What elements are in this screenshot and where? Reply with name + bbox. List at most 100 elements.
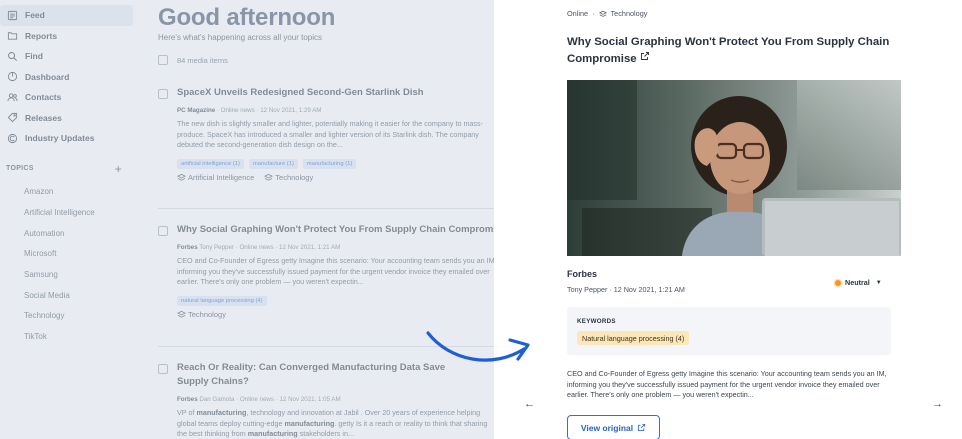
topics-heading: TOPICS — [6, 165, 34, 172]
layers-icon — [177, 310, 186, 318]
layers-icon — [177, 173, 186, 181]
add-topic-button[interactable]: + — [115, 162, 122, 176]
article-meta-text: · Online news · 12 Nov 2021, 1:29 AM — [215, 107, 322, 114]
sidebar-item-label: Contacts — [25, 92, 62, 103]
sidebar: Feed Reports Find Dashboard Contacts Rel… — [0, 0, 140, 439]
article-title[interactable]: SpaceX Unveils Redesigned Second-Gen Sta… — [177, 86, 424, 100]
sidebar-item-find[interactable]: Find — [0, 46, 140, 67]
category-label: Technology — [188, 309, 226, 319]
article-card[interactable]: SpaceX Unveils Redesigned Second-Gen Sta… — [158, 86, 494, 182]
topic-item-technology[interactable]: Technology — [0, 306, 140, 327]
breadcrumb-topic[interactable]: Technology — [611, 9, 648, 18]
select-all-checkbox[interactable] — [158, 55, 168, 65]
detail-source[interactable]: Forbes — [567, 269, 597, 279]
article-meta: Forbes Tony Pepper · Online news · 12 No… — [158, 244, 494, 251]
article-checkbox[interactable] — [158, 89, 168, 99]
article-checkbox[interactable] — [158, 364, 168, 374]
article-source: Forbes — [177, 396, 198, 403]
article-snippet: VP of manufacturing, technology and inno… — [158, 408, 494, 439]
detail-title[interactable]: Why Social Graphing Won't Protect You Fr… — [567, 35, 897, 67]
main-nav: Feed Reports Find Dashboard Contacts Rel… — [0, 0, 140, 149]
external-link-icon[interactable] — [640, 51, 650, 67]
category-label: Technology — [275, 172, 314, 182]
topic-item-automation[interactable]: Automation — [0, 223, 140, 244]
sidebar-item-label: Releases — [25, 112, 62, 123]
detail-byline: Tony Pepper · 12 Nov 2021, 1:21 AM — [567, 285, 685, 294]
caret-down-icon: ▼ — [875, 279, 882, 286]
article-categories: Artificial Intelligence Technology — [158, 173, 494, 182]
article-card[interactable]: Why Social Graphing Won't Protect You Fr… — [158, 223, 494, 319]
search-icon — [6, 50, 19, 63]
topic-item-tiktok[interactable]: TikTok — [0, 326, 140, 347]
keyword-highlight-tag[interactable]: Natural language processing (4) — [577, 331, 690, 345]
sentiment-dropdown[interactable]: Neutral ▼ — [835, 278, 882, 287]
feed: Good afternoon Here's what's happening a… — [140, 0, 494, 439]
annotation-arrow-icon — [426, 331, 530, 362]
topic-item-social-media[interactable]: Social Media — [0, 285, 140, 306]
topic-item-amazon[interactable]: Amazon — [0, 182, 140, 203]
external-link-icon — [638, 423, 646, 432]
category-chip[interactable]: Technology — [177, 310, 226, 319]
topics-header: TOPICS + — [0, 162, 140, 176]
folder-icon — [6, 29, 19, 42]
sentiment-label: Neutral — [845, 278, 870, 287]
keyword-tags: natural language processing (4) — [158, 295, 494, 306]
keyword-tag[interactable]: artificial intelligence (1) — [177, 158, 244, 169]
page-subtitle: Here's what's happening across all your … — [158, 33, 323, 42]
snippet-highlight: manufacturing — [196, 408, 247, 417]
media-count: 84 media items — [177, 55, 228, 65]
topic-item-artificial-intelligence[interactable]: Artificial Intelligence — [0, 202, 140, 223]
releases-icon — [6, 111, 19, 124]
topic-item-microsoft[interactable]: Microsoft — [0, 244, 140, 265]
snippet-text: stakeholders in... — [297, 429, 354, 439]
sidebar-item-label: Feed — [25, 10, 45, 21]
article-checkbox[interactable] — [158, 226, 168, 236]
feed-header: Good afternoon Here's what's happening a… — [140, 0, 494, 67]
keyword-tag[interactable]: manufacture (1) — [248, 158, 298, 169]
previous-article-arrow-icon[interactable]: ← — [524, 398, 535, 410]
article-title[interactable]: Why Social Graphing Won't Protect You Fr… — [177, 223, 494, 237]
next-article-arrow-icon[interactable]: → — [932, 398, 943, 410]
breadcrumb: Online · Technology — [567, 9, 647, 18]
article-meta-text: Dan Gamota · Online news · 12 Nov 2021, … — [197, 396, 341, 403]
sidebar-item-label: Reports — [25, 30, 58, 41]
snippet-highlight: manufacturing — [247, 429, 298, 439]
sidebar-item-reports[interactable]: Reports — [0, 26, 140, 47]
category-chip[interactable]: Artificial Intelligence — [177, 173, 254, 182]
article-meta: Forbes Dan Gamota · Online news · 12 Nov… — [158, 396, 494, 403]
article-snippet: The new dish is slightly smaller and lig… — [177, 119, 484, 150]
sentiment-dot-icon — [835, 279, 841, 286]
layers-icon — [264, 173, 274, 181]
breadcrumb-type: Online — [567, 9, 589, 18]
article-card[interactable]: Reach Or Reality: Can Converged Manufact… — [158, 361, 494, 439]
select-all-row: 84 media items — [158, 53, 494, 67]
keyword-tag[interactable]: manufacturing (1) — [302, 158, 357, 169]
page-title: Good afternoon — [158, 4, 336, 31]
sidebar-item-dashboard[interactable]: Dashboard — [0, 67, 140, 88]
category-label: Artificial Intelligence — [188, 172, 255, 182]
feed-icon — [6, 9, 19, 22]
sidebar-item-industry-updates[interactable]: Industry Updates — [0, 128, 140, 149]
keywords-heading: KEYWORDS — [577, 318, 616, 325]
keyword-tag[interactable]: natural language processing (4) — [177, 295, 267, 306]
dashboard-icon — [6, 70, 19, 83]
sidebar-item-label: Find — [25, 51, 43, 62]
sidebar-item-label: Dashboard — [25, 71, 70, 82]
topics-list: Amazon Artificial Intelligence Automatio… — [0, 182, 140, 348]
sidebar-item-releases[interactable]: Releases — [0, 108, 140, 129]
view-original-button[interactable]: View original — [567, 415, 660, 439]
article-meta-text: Tony Pepper · Online news · 12 Nov 2021,… — [197, 244, 341, 251]
snippet-text: VP of — [177, 408, 197, 417]
article-detail-panel: Online · Technology Why Social Graphing … — [494, 0, 962, 439]
sidebar-item-feed[interactable]: Feed — [0, 5, 133, 26]
sidebar-item-contacts[interactable]: Contacts — [0, 87, 140, 108]
article-divider — [158, 208, 494, 209]
article-meta: PC Magazine · Online news · 12 Nov 2021,… — [158, 107, 494, 114]
topic-item-samsung[interactable]: Samsung — [0, 264, 140, 285]
industry-icon — [6, 132, 19, 145]
contacts-icon — [6, 91, 19, 104]
article-source: Forbes — [177, 244, 198, 251]
category-chip[interactable]: Technology — [264, 173, 313, 182]
detail-title-text: Why Social Graphing Won't Protect You Fr… — [567, 36, 890, 65]
snippet-highlight: manufacturing — [284, 418, 335, 428]
